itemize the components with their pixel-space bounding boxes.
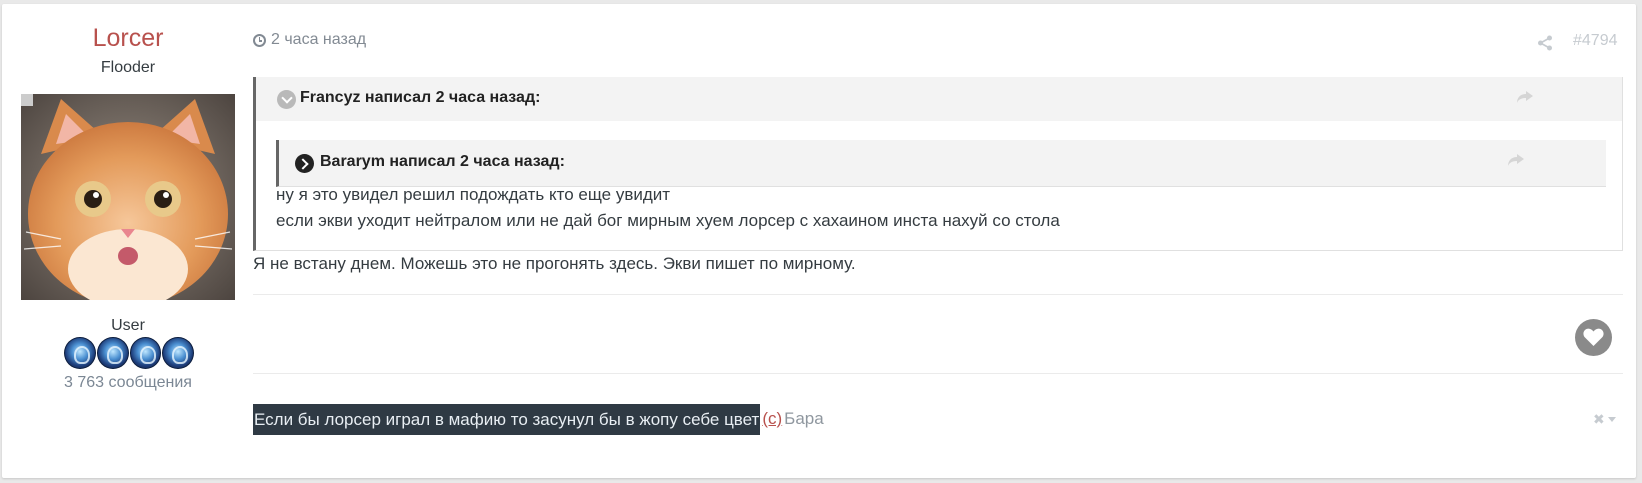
- rank-pip-icon: [64, 337, 96, 369]
- close-icon[interactable]: ✖: [1593, 411, 1605, 428]
- rank-badges: [64, 337, 194, 371]
- quote-citation[interactable]: Francyz написал 2 часа назад:: [300, 89, 540, 107]
- forum-post: Lorcer Flooder User 3 763 сообщения 2 ча…: [2, 4, 1636, 478]
- signature-text: Если бы лорсер играл в мафию то засунул …: [253, 403, 761, 435]
- author-title: Flooder: [100, 59, 156, 76]
- quote-text-line: если экви уходит нейтралом или не дай бо…: [276, 211, 1060, 230]
- author-panel: Lorcer Flooder User 3 763 сообщения: [2, 4, 254, 478]
- share-icon[interactable]: [1537, 35, 1553, 51]
- signature-credit-name: Бара: [784, 409, 824, 428]
- divider: [253, 373, 1623, 374]
- nested-quote-citation[interactable]: Bararym написал 2 часа назад:: [320, 153, 565, 171]
- reply-icon[interactable]: [1507, 153, 1525, 167]
- signature-controls[interactable]: ✖: [1593, 411, 1616, 428]
- rank-pip-icon: [162, 337, 194, 369]
- quote-header: Francyz написал 2 часа назад:: [256, 77, 1622, 121]
- post-number-link[interactable]: #4794: [1573, 32, 1618, 50]
- author-group: User: [111, 317, 145, 334]
- post-time[interactable]: 2 часа назад: [253, 31, 366, 49]
- post-body-text: Я не встану днем. Можешь это не прогонят…: [253, 254, 856, 273]
- signature: Если бы лорсер играл в мафию то засунул …: [253, 402, 824, 436]
- avatar[interactable]: [21, 94, 235, 300]
- reply-icon[interactable]: [1516, 90, 1534, 104]
- author-name[interactable]: Lorcer: [2, 24, 254, 53]
- nested-quote-block: Bararym написал 2 часа назад:: [276, 140, 1606, 187]
- caret-down-icon[interactable]: [1607, 417, 1616, 422]
- chevron-right-icon[interactable]: [295, 154, 314, 173]
- divider: [253, 294, 1623, 295]
- post-time-label: 2 часа назад: [271, 31, 367, 48]
- signature-credit-link[interactable]: (с): [762, 409, 782, 429]
- like-button[interactable]: [1575, 319, 1612, 356]
- author-post-count[interactable]: 3 763 сообщения: [2, 374, 254, 392]
- online-indicator: [21, 94, 33, 106]
- chevron-down-icon[interactable]: [277, 90, 296, 109]
- quote-text-line: ну я это увидел решил подождать кто еще …: [276, 185, 671, 204]
- heart-icon: [1583, 328, 1604, 346]
- clock-icon: [253, 33, 266, 47]
- quote-block: Francyz написал 2 часа назад: Bararym на…: [253, 77, 1623, 251]
- rank-pip-icon: [129, 337, 162, 369]
- rank-pip-icon: [96, 337, 129, 369]
